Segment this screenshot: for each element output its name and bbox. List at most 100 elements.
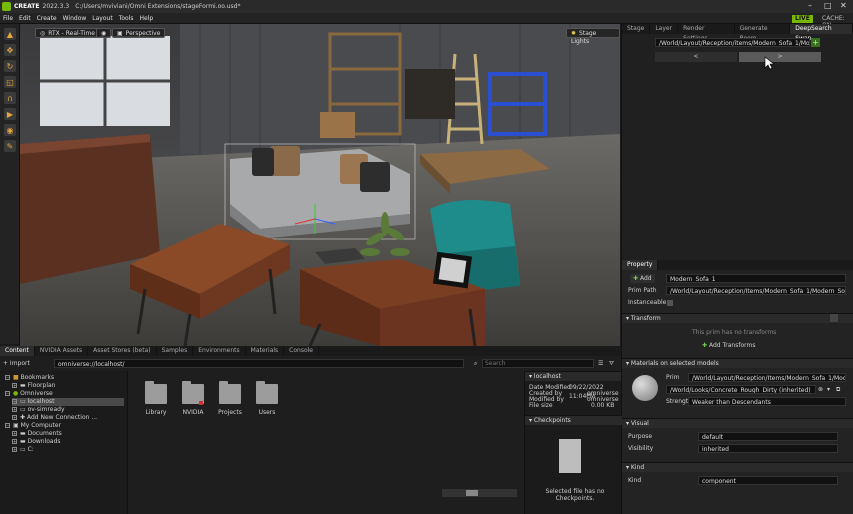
path-field[interactable]: omniverse://localhost/	[54, 359, 464, 368]
add-property-button[interactable]: ✚ Add	[630, 274, 655, 283]
tree-floorplan[interactable]: + ▬ Floorplan	[12, 382, 55, 390]
tree-my-computer[interactable]: − ▣ My Computer	[5, 422, 61, 430]
tab-layer[interactable]: Layer	[650, 24, 679, 34]
menu-edit[interactable]: Edit	[16, 15, 34, 22]
checkpoints-header[interactable]: ▾ Checkpoints	[525, 415, 622, 425]
tab-deepsearch-swap[interactable]: DeepSearch Swap	[790, 24, 853, 42]
folder-icon	[145, 381, 167, 404]
slider-handle[interactable]	[466, 490, 478, 496]
snap-tool-icon[interactable]: ∩	[4, 92, 16, 104]
maximize-button[interactable]: □	[824, 1, 832, 10]
tree-localhost[interactable]: − ▭ localhost	[12, 398, 124, 406]
info-header[interactable]: ▾ localhost	[525, 371, 621, 381]
search-icon[interactable]: ⌕	[474, 359, 477, 368]
live-badge[interactable]: LIVE	[792, 15, 813, 23]
menu-layout[interactable]: Layout	[89, 15, 115, 22]
transform-menu-icon[interactable]	[830, 314, 838, 322]
move-tool-icon[interactable]: ✥	[4, 44, 16, 56]
tree-downloads[interactable]: + ▬ Downloads	[12, 438, 61, 446]
next-button[interactable]: >	[739, 52, 821, 62]
tab-nvidia-assets[interactable]: NVIDIA Assets	[35, 346, 89, 356]
tab-console[interactable]: Console	[284, 346, 319, 356]
strength-dropdown[interactable]: Weaker than Descendants	[688, 397, 846, 406]
lock-icon	[199, 401, 203, 405]
tree-c-drive[interactable]: + ▭ C:	[12, 446, 34, 454]
tree-ov-simready[interactable]: + ▭ ov-simready	[12, 406, 65, 414]
renderer-button[interactable]: ◎ RTX - Real-Time	[35, 28, 100, 38]
minimize-button[interactable]: –	[808, 1, 812, 10]
close-button[interactable]: ✕	[840, 1, 847, 10]
add-label: Add	[639, 275, 652, 282]
tree-label: Omniverse	[20, 390, 53, 397]
server-icon: ▭	[20, 406, 26, 413]
folder-tree: − ■ Bookmarks + ▬ Floorplan − ● Omniverse −…	[0, 371, 128, 514]
file-path: C:/Users/mviviani/Omni Extensions/stageF…	[75, 3, 241, 10]
transform-header[interactable]: ▾ Transform	[622, 313, 853, 323]
tab-environments[interactable]: Environments	[193, 346, 246, 356]
menu-create[interactable]: Create	[34, 15, 60, 22]
select-tool-icon[interactable]: ▲	[4, 28, 16, 40]
add-icon[interactable]: +	[811, 38, 820, 47]
tab-materials[interactable]: Materials	[246, 346, 285, 356]
renderer-icon: ◎	[40, 30, 46, 37]
list-view-icon[interactable]: ☰	[598, 359, 603, 368]
purpose-dropdown[interactable]: default	[698, 432, 838, 441]
menu-tools[interactable]: Tools	[116, 15, 137, 22]
add-transforms-label: Add Transforms	[708, 342, 756, 349]
bottom-tabs: Content NVIDIA Assets Asset Stores (beta…	[0, 346, 621, 356]
material-prim-field[interactable]: /World/Layout/Reception/Items/Modern_Sof…	[688, 373, 846, 382]
scale-tool-icon[interactable]: ◱	[4, 76, 16, 88]
external-link-icon[interactable]: ⧉	[836, 385, 840, 394]
prim-path-field[interactable]: /World/Layout/Reception/Items/Modern_Sof…	[666, 286, 846, 295]
search-input[interactable]	[482, 359, 594, 368]
clear-icon[interactable]: ⊗	[818, 385, 823, 394]
viewport-settings-button[interactable]: ◉	[96, 28, 112, 38]
play-icon[interactable]: ▶	[4, 108, 16, 120]
import-button[interactable]: + Import	[3, 359, 30, 368]
folder-label: NVIDIA	[182, 409, 204, 416]
tree-add-connection[interactable]: + ✚ Add New Connection ...	[12, 414, 97, 422]
filter-icon[interactable]: ⛛	[609, 359, 614, 368]
kind-dropdown[interactable]: component	[698, 476, 838, 485]
menu-help[interactable]: Help	[136, 15, 156, 22]
renderer-label: RTX - Real-Time	[48, 30, 95, 37]
tab-samples[interactable]: Samples	[157, 346, 194, 356]
visual-header[interactable]: ▾ Visual	[622, 418, 853, 428]
dropdown-arrow-icon[interactable]: ▾	[827, 385, 830, 394]
tab-stage[interactable]: Stage	[622, 24, 651, 34]
content-browser: Content NVIDIA Assets Asset Stores (beta…	[0, 346, 622, 514]
camera-label: Perspective	[125, 30, 161, 37]
instanceable-checkbox[interactable]	[667, 300, 673, 306]
prev-button[interactable]: <	[655, 52, 737, 62]
material-path-field[interactable]: /World/Looks/Concrete_Rough_Dirty (inher…	[666, 385, 816, 394]
rotate-tool-icon[interactable]: ↻	[4, 60, 16, 72]
tree-omniverse[interactable]: − ● Omniverse	[5, 390, 53, 398]
paint-tool-icon[interactable]: ✎	[4, 140, 16, 152]
tree-documents[interactable]: + ▬ Documents	[12, 430, 62, 438]
kind-header[interactable]: ▾ Kind	[622, 462, 853, 472]
prim-label: Prim	[666, 374, 680, 381]
light-icon: ✹	[571, 30, 577, 37]
menu-window[interactable]: Window	[60, 15, 90, 22]
tree-bookmarks[interactable]: − ■ Bookmarks	[5, 374, 54, 382]
camera-tool-icon[interactable]: ◉	[4, 124, 16, 136]
plus-icon: ✚	[633, 275, 639, 282]
plus-icon: ✚	[20, 414, 26, 421]
deepsearch-path-field[interactable]: /World/Layout/Reception/items/Modern_Sof…	[655, 38, 810, 47]
add-transforms-button[interactable]: ✚ Add Transforms	[702, 341, 755, 350]
tab-asset-stores[interactable]: Asset Stores (beta)	[88, 346, 157, 356]
viewport[interactable]: ◎ RTX - Real-Time ◉ ▣ Perspective ✹ Stage L…	[20, 24, 620, 346]
materials-header[interactable]: ▾ Materials on selected models	[622, 358, 853, 368]
prim-name-field[interactable]: Modern_Sofa_1	[666, 274, 846, 283]
thumbnail-size-slider[interactable]	[442, 489, 517, 497]
menu-file[interactable]: File	[0, 15, 16, 22]
camera-button[interactable]: ▣ Perspective	[112, 28, 166, 38]
visibility-dropdown[interactable]: inherited	[698, 444, 838, 453]
tab-content[interactable]: Content	[0, 346, 35, 356]
tab-generate-room[interactable]: Generate Room	[735, 24, 791, 42]
folder-label: Library	[145, 409, 167, 416]
visual-title: Visual	[630, 420, 649, 427]
lights-button[interactable]: ✹ Stage Lights	[566, 28, 620, 45]
tab-property[interactable]: Property	[622, 260, 659, 270]
tab-render-settings[interactable]: Render Settings	[678, 24, 735, 42]
